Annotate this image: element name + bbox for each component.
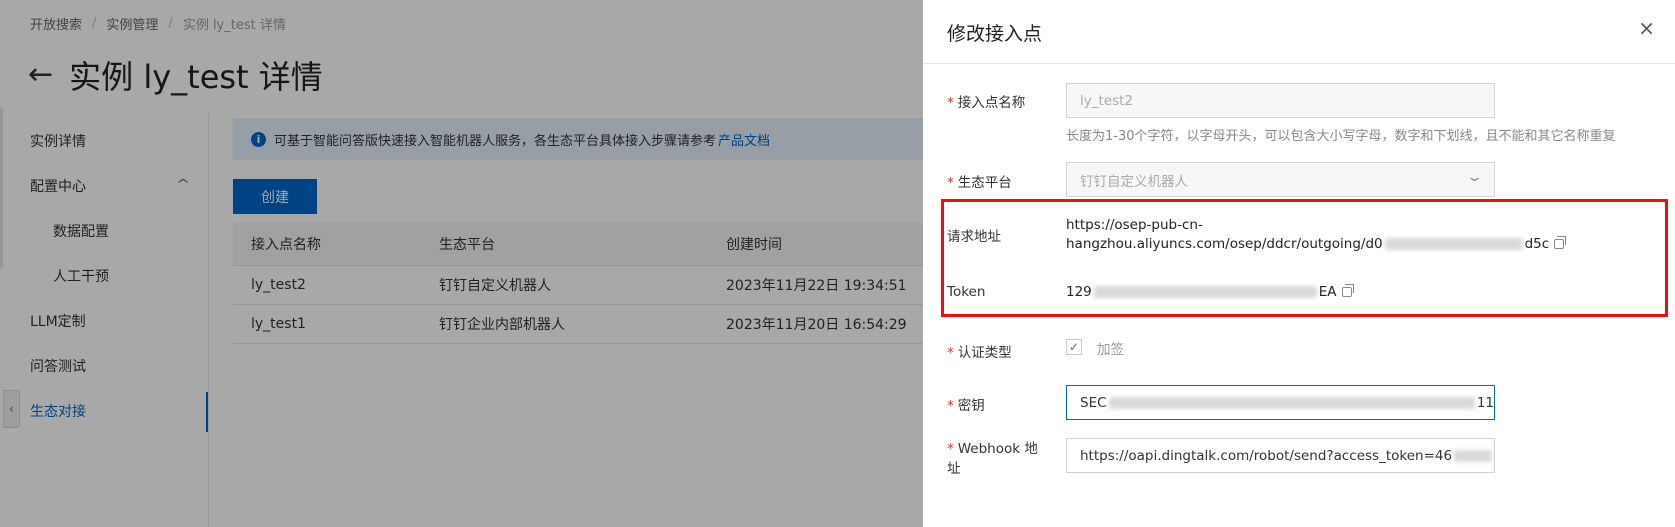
webhook-label-line2: 址: [947, 461, 961, 477]
platform-select-value: 钉钉自定义机器人: [1080, 173, 1188, 190]
request-url-value: https://osep-pub-cn- hangzhou.aliyuncs.c…: [1066, 216, 1567, 254]
name-label-text: 接入点名称: [957, 95, 1026, 111]
request-url-line2: hangzhou.aliyuncs.com/osep/ddcr/outgoing…: [1066, 235, 1567, 254]
name-input[interactable]: ly_test2: [1066, 83, 1495, 118]
redacted-region: [1454, 449, 1492, 462]
webhook-label: * Webhook 地 址: [947, 439, 1038, 479]
secret-prefix: SEC: [1080, 394, 1107, 411]
redacted-region: [1093, 286, 1317, 298]
request-url-label: 请求地址: [947, 229, 1001, 245]
webhook-label-line1: Webhook 地: [957, 441, 1038, 457]
secret-suffix: 11: [1476, 394, 1494, 411]
redacted-region: [1384, 238, 1523, 250]
required-mark: *: [947, 398, 954, 414]
auth-type-label: * 认证类型: [947, 341, 1012, 361]
webhook-input[interactable]: https://oapi.dingtalk.com/robot/send?acc…: [1066, 438, 1495, 473]
token-prefix: 129: [1066, 284, 1092, 300]
platform-label-text: 生态平台: [957, 175, 1012, 191]
platform-select[interactable]: 钉钉自定义机器人 ⌄: [1066, 162, 1495, 197]
token-suffix: EA: [1318, 284, 1337, 300]
auth-type-label-text: 认证类型: [957, 345, 1012, 361]
secret-label: * 密钥: [947, 394, 985, 414]
close-icon[interactable]: ×: [1638, 18, 1655, 38]
redacted-region: [1108, 396, 1475, 409]
required-mark: *: [947, 345, 954, 361]
check-icon: ✓: [1068, 340, 1080, 354]
name-label: * 接入点名称: [947, 91, 1025, 111]
name-hint: 长度为1-30个字符，以字母开头，可以包含大小写字母，数字和下划线，且不能和其它…: [1066, 129, 1616, 144]
modal-overlay[interactable]: [0, 0, 923, 527]
request-url-line1: https://osep-pub-cn-: [1066, 217, 1203, 233]
sign-checkbox[interactable]: ✓: [1066, 339, 1082, 355]
secret-label-text: 密钥: [957, 398, 985, 414]
sign-checkbox-label: 加签: [1097, 342, 1124, 358]
request-url-line2-prefix: hangzhou.aliyuncs.com/osep/ddcr/outgoing…: [1066, 236, 1383, 252]
request-url-line2-suffix: d5c: [1524, 236, 1550, 252]
drawer-divider: [923, 63, 1675, 64]
token-value: 129 EA: [1066, 283, 1354, 302]
copy-icon[interactable]: [1341, 284, 1354, 297]
edit-access-point-drawer: 修改接入点 × * 接入点名称 ly_test2 长度为1-30个字符，以字母开头…: [923, 0, 1675, 527]
token-label: Token: [947, 284, 986, 300]
webhook-value: https://oapi.dingtalk.com/robot/send?acc…: [1080, 447, 1453, 464]
required-mark: *: [947, 441, 954, 457]
required-mark: *: [947, 175, 954, 191]
platform-label: * 生态平台: [947, 171, 1012, 191]
drawer-title: 修改接入点: [947, 23, 1043, 45]
secret-input[interactable]: SEC 11: [1066, 385, 1495, 420]
chevron-down-icon: ⌄: [1465, 170, 1484, 185]
required-mark: *: [947, 95, 954, 111]
copy-icon[interactable]: [1554, 236, 1567, 249]
